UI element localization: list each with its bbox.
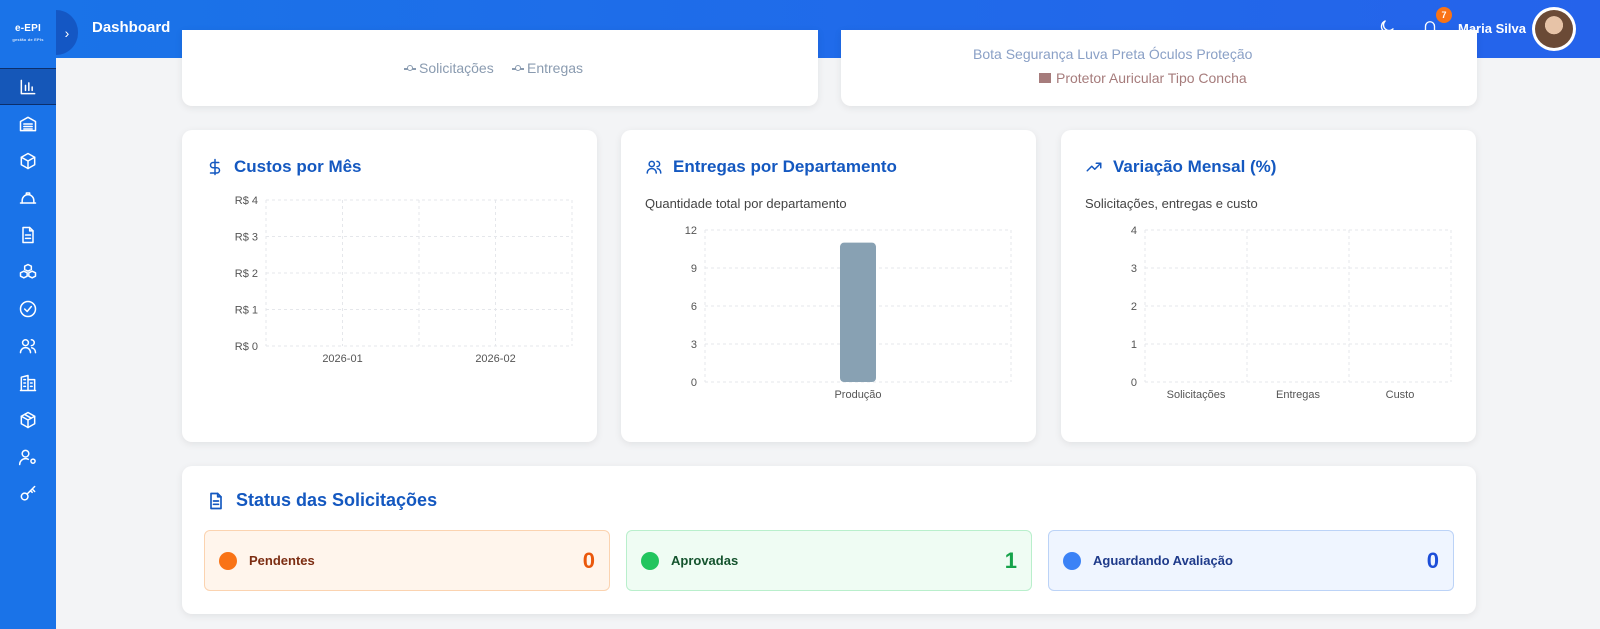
- page-title: Dashboard: [92, 19, 171, 36]
- y-tick-label: 0: [1131, 377, 1137, 389]
- y-tick-label: 9: [691, 263, 697, 275]
- sidebar-item-kits[interactable]: [0, 253, 56, 290]
- users-icon: [646, 160, 662, 174]
- sidebar-nav: [0, 68, 56, 512]
- deliveries-card: Entregas por Departamento Quantidade tot…: [621, 130, 1036, 442]
- app-logo[interactable]: e-EPI gestão de EPIs: [4, 20, 52, 42]
- x-tick-label: 2026-02: [475, 353, 515, 365]
- sidebar-item-warehouse[interactable]: [0, 105, 56, 142]
- sidebar: e-EPI gestão de EPIs: [0, 0, 56, 629]
- variation-card: Variação Mensal (%) Solicitações, entreg…: [1061, 130, 1476, 442]
- hard-hat-icon: [19, 191, 37, 204]
- sidebar-toggle-button[interactable]: ›: [56, 10, 78, 55]
- y-tick-label: 1: [1131, 339, 1137, 351]
- sidebar-item-dashboard[interactable]: [0, 68, 56, 105]
- check-circle-icon: [19, 300, 37, 317]
- legend-item-requests[interactable]: Solicitações: [404, 60, 494, 76]
- requests-deliveries-card: Solicitações Entregas: [182, 30, 818, 106]
- y-tick-label: 6: [691, 301, 697, 313]
- y-tick-label: R$ 4: [235, 195, 258, 207]
- costs-card: Custos por Mês R$ 0 R$ 1 R$ 2 R$ 3 R$ 4 2026-…: [182, 130, 597, 442]
- notification-badge: 7: [1436, 7, 1452, 23]
- costs-chart: R$ 0 R$ 1 R$ 2 R$ 3 R$ 4 2026-01 2026-02: [235, 195, 573, 365]
- avatar[interactable]: [1532, 7, 1576, 51]
- status-label: Aprovadas: [671, 553, 739, 568]
- building-icon: [19, 374, 37, 391]
- sidebar-item-employees[interactable]: [0, 327, 56, 364]
- trending-up-icon: [1086, 162, 1102, 172]
- deliveries-chart: 0 3 6 9 12 Produção: [685, 225, 1012, 401]
- deliveries-card-title: Entregas por Departamento: [645, 157, 897, 177]
- variation-card-title: Variação Mensal (%): [1085, 157, 1276, 177]
- status-count: 0: [1426, 547, 1439, 573]
- y-tick-label: 12: [685, 225, 697, 237]
- boxes-icon: [19, 263, 37, 279]
- status-label: Aguardando Avaliação: [1093, 553, 1233, 568]
- user-gear-icon: [18, 449, 36, 465]
- legend-cut-row: Bota Segurança Luva Preta Óculos Proteçã…: [973, 46, 1253, 62]
- sidebar-item-epis[interactable]: [0, 179, 56, 216]
- sidebar-item-requests[interactable]: [0, 216, 56, 253]
- y-tick-label: 4: [1131, 225, 1137, 237]
- sidebar-item-stock[interactable]: [0, 401, 56, 438]
- y-tick-label: 2: [1131, 301, 1137, 313]
- status-awaiting[interactable]: Aguardando Avaliação 0: [1048, 530, 1454, 591]
- sidebar-item-products[interactable]: [0, 142, 56, 179]
- y-tick-label: R$ 1: [235, 305, 258, 317]
- box-icon: [20, 152, 36, 169]
- variation-chart: 0 1 2 3 4 Solicitações Entregas Custo: [1131, 225, 1452, 401]
- status-label: Pendentes: [249, 553, 315, 568]
- status-dot: [219, 551, 237, 570]
- x-tick-label: 2026-01: [322, 353, 362, 365]
- y-tick-label: R$ 3: [235, 232, 258, 244]
- variation-card-subtitle: Solicitações, entregas e custo: [1085, 196, 1258, 211]
- y-tick-label: R$ 0: [235, 341, 258, 353]
- x-tick-label: Solicitações: [1167, 389, 1226, 401]
- y-tick-label: R$ 2: [235, 268, 258, 280]
- chevron-right-icon: ›: [64, 24, 70, 41]
- deliveries-card-subtitle: Quantidade total por departamento: [645, 196, 847, 211]
- status-count: 1: [1004, 547, 1017, 573]
- legend-item-protetor[interactable]: Protetor Auricular Tipo Concha: [1039, 70, 1247, 86]
- status-pending[interactable]: Pendentes 0: [204, 530, 610, 591]
- y-tick-label: 3: [1131, 263, 1137, 275]
- sidebar-item-approvals[interactable]: [0, 290, 56, 327]
- bar-chart-icon: [20, 79, 36, 94]
- status-dot: [1063, 551, 1081, 570]
- document-icon: [22, 226, 34, 243]
- costs-card-title: Custos por Mês: [206, 157, 362, 177]
- dollar-icon: [209, 158, 221, 176]
- users-icon: [19, 338, 37, 353]
- status-count: 0: [582, 547, 595, 573]
- bar: [840, 242, 876, 382]
- warehouse-icon: [19, 116, 37, 131]
- status-card-title: Status das Solicitações: [206, 490, 437, 511]
- x-tick-label: Entregas: [1276, 389, 1321, 401]
- x-tick-label: Produção: [834, 389, 881, 401]
- status-dot: [641, 551, 659, 570]
- legend-item-deliveries[interactable]: Entregas: [512, 60, 583, 76]
- x-tick-label: Custo: [1386, 389, 1415, 401]
- sidebar-item-access[interactable]: [0, 475, 56, 512]
- package-icon: [20, 411, 36, 428]
- sidebar-item-user-settings[interactable]: [0, 438, 56, 475]
- y-tick-label: 0: [691, 377, 697, 389]
- sidebar-item-departments[interactable]: [0, 364, 56, 401]
- epi-types-card: Bota Segurança Luva Preta Óculos Proteçã…: [841, 30, 1477, 106]
- document-icon: [210, 492, 222, 509]
- y-tick-label: 3: [691, 339, 697, 351]
- key-icon: [20, 485, 36, 501]
- status-approved[interactable]: Aprovadas 1: [626, 530, 1032, 591]
